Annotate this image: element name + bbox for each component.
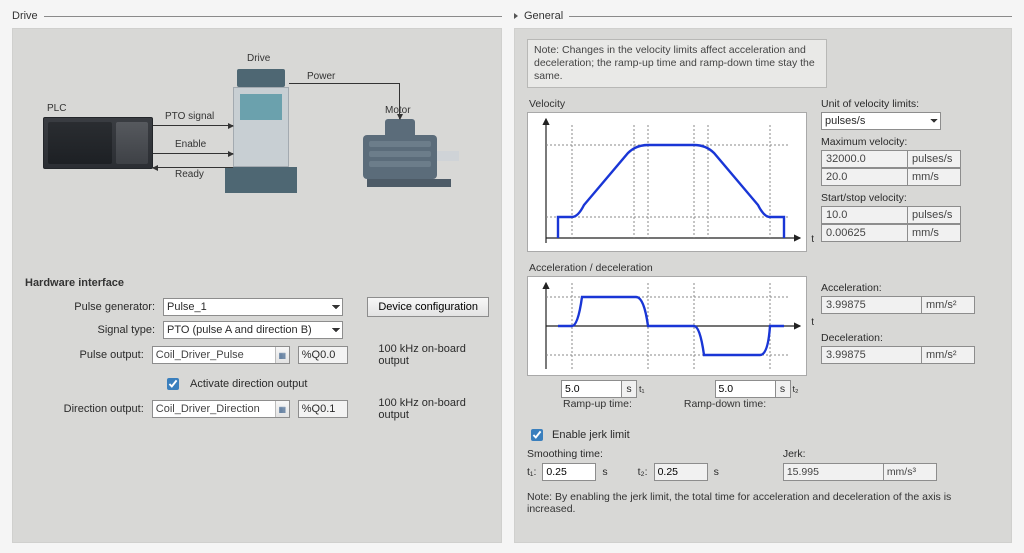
power-arrow — [399, 83, 400, 119]
startstop-mm-input[interactable] — [821, 224, 907, 242]
enable-jerk-checkbox[interactable] — [531, 429, 543, 441]
drive-block-body — [233, 87, 289, 167]
dir-output-addr[interactable] — [298, 400, 348, 418]
decel-label: Deceleration: — [821, 332, 999, 344]
max-vel-pulses-unit — [907, 150, 961, 168]
pulse-output-name[interactable]: ▦ — [152, 346, 290, 364]
pulse-gen-select[interactable]: Pulse_1 — [163, 298, 343, 316]
accel-graph-title: Acceleration / deceleration — [529, 262, 807, 274]
decel-input[interactable] — [821, 346, 921, 364]
pulse-output-label: Pulse output: — [25, 349, 144, 361]
motor-body — [363, 135, 437, 179]
drive-panel: PLC Drive Motor PTO signal Enable Ready — [12, 28, 502, 543]
plc-label: PLC — [47, 103, 66, 114]
ready-label: Ready — [175, 169, 204, 180]
dir-output-note: 100 kHz on-board output — [378, 397, 489, 421]
max-vel-mm-unit — [907, 168, 961, 186]
ramp-down-input[interactable] — [715, 380, 775, 398]
power-label: Power — [307, 71, 335, 82]
plc-block — [43, 117, 153, 169]
startstop-label: Start/stop velocity: — [821, 192, 999, 204]
dir-output-label: Direction output: — [25, 403, 144, 415]
max-vel-mm-input[interactable] — [821, 168, 907, 186]
t1-input[interactable] — [542, 463, 596, 481]
motor-shaft — [437, 151, 459, 161]
pulse-output-addr[interactable] — [298, 346, 348, 364]
general-section-title: General — [524, 10, 563, 22]
velocity-graph: t — [527, 112, 807, 252]
jerk-input[interactable] — [783, 463, 883, 481]
ramp-up-input[interactable] — [561, 380, 621, 398]
chevron-right-icon — [514, 13, 518, 19]
max-vel-pulses-input[interactable] — [821, 150, 907, 168]
motor-top — [385, 119, 415, 135]
signal-type-select[interactable]: PTO (pulse A and direction B) — [163, 321, 343, 339]
signal-type-label: Signal type: — [25, 324, 155, 336]
pto-arrow — [153, 125, 233, 126]
velocity-note: Note: Changes in the velocity limits aff… — [527, 39, 827, 88]
t2-input[interactable] — [654, 463, 708, 481]
ready-arrow — [153, 167, 233, 168]
activate-direction-checkbox[interactable] — [167, 378, 179, 390]
velocity-graph-title: Velocity — [529, 98, 807, 110]
device-config-button[interactable]: Device configuration — [367, 297, 489, 317]
tag-picker-icon[interactable]: ▦ — [275, 401, 289, 417]
accel-input[interactable] — [821, 296, 921, 314]
jerk-label: Jerk: — [783, 448, 937, 460]
tag-picker-icon[interactable]: ▦ — [275, 347, 289, 363]
drive-label: Drive — [247, 53, 270, 64]
enable-jerk-label: Enable jerk limit — [552, 429, 630, 441]
accel-graph: t — [527, 276, 807, 376]
drive-section-title: Drive — [12, 10, 38, 22]
enable-label: Enable — [175, 139, 206, 150]
motor-base — [367, 179, 451, 187]
pto-label: PTO signal — [165, 111, 214, 122]
pulse-output-note: 100 kHz on-board output — [378, 343, 489, 367]
ramp-down-label: Ramp-down time: — [684, 398, 766, 410]
drive-block-head — [237, 69, 285, 87]
drive-section-header: Drive — [12, 10, 502, 22]
drive-diagram: PLC Drive Motor PTO signal Enable Ready — [25, 39, 489, 249]
general-panel: Note: Changes in the velocity limits aff… — [514, 28, 1012, 543]
dir-output-name[interactable]: ▦ — [152, 400, 290, 418]
jerk-note: Note: By enabling the jerk limit, the to… — [527, 491, 999, 515]
ramp-up-label: Ramp-up time: — [563, 398, 632, 410]
hw-interface-title: Hardware interface — [25, 277, 489, 289]
startstop-pulses-input[interactable] — [821, 206, 907, 224]
pulse-gen-label: Pulse generator: — [25, 301, 155, 313]
general-section-header[interactable]: General — [514, 10, 1012, 22]
smoothing-label: Smoothing time: — [527, 448, 719, 460]
drive-block-base — [225, 167, 297, 193]
unit-vel-label: Unit of velocity limits: — [821, 98, 999, 110]
accel-label: Acceleration: — [821, 282, 999, 294]
unit-vel-select[interactable]: pulses/s — [821, 112, 941, 130]
enable-arrow — [153, 153, 233, 154]
activate-direction-label: Activate direction output — [190, 378, 307, 390]
max-vel-label: Maximum velocity: — [821, 136, 999, 148]
